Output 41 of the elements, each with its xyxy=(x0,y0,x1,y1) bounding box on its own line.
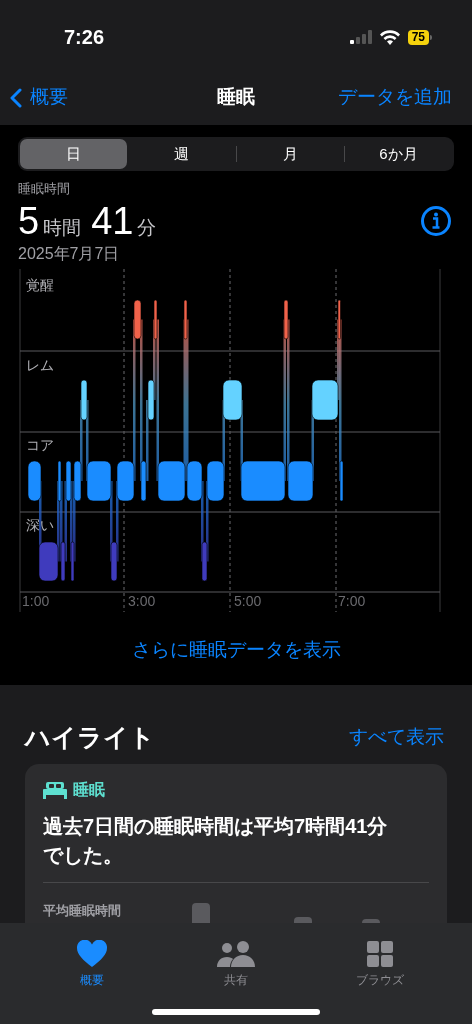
stage-label: コア xyxy=(26,435,54,455)
battery-icon: 75 xyxy=(407,29,432,45)
more-sleep-data-link[interactable]: さらに睡眠データを表示 xyxy=(131,636,341,665)
heart-icon xyxy=(77,940,107,967)
back-chevron-icon xyxy=(10,87,22,108)
section-title: ハイライト xyxy=(25,721,155,753)
screen-title: 睡眠 xyxy=(217,85,255,110)
stage-label: レム xyxy=(26,355,54,375)
card-category: 睡眠 xyxy=(73,780,105,800)
tab-bar-item[interactable]: 共有 xyxy=(191,931,281,987)
people-icon xyxy=(217,941,255,967)
time-axis-label: 7:00 xyxy=(338,591,366,611)
time-axis-label: 5:00 xyxy=(234,591,262,611)
date-label: 2025年7月7日 xyxy=(18,243,121,264)
highlight-card[interactable]: 睡眠 過去7日間の睡眠時間は平均7時間41分でした。 平均睡眠時間 xyxy=(25,764,447,923)
hours-unit: 時間 xyxy=(43,215,82,240)
status-time: 7:26 xyxy=(64,25,105,50)
wifi-icon xyxy=(379,29,400,45)
segment-tab[interactable]: 6か月 xyxy=(344,139,452,169)
show-all-link[interactable]: すべて表示 xyxy=(349,723,444,752)
time-axis-label: 3:00 xyxy=(128,591,156,611)
segment-tab[interactable]: 週 xyxy=(128,139,236,169)
segment-tab[interactable]: 月 xyxy=(236,139,344,169)
stage-label: 深い xyxy=(26,515,54,535)
time-axis-label: 1:00 xyxy=(22,591,50,611)
bed-icon xyxy=(43,781,67,799)
back-button[interactable]: 概要 xyxy=(10,83,68,112)
signal-icon xyxy=(349,30,372,44)
stage-label: 覚醒 xyxy=(26,275,54,295)
metric-label: 睡眠時間 xyxy=(18,180,71,198)
chart-label: 平均睡眠時間 xyxy=(43,903,121,918)
hours-value: 5 xyxy=(18,198,40,243)
grid-icon xyxy=(367,941,393,967)
add-data-button[interactable]: データを追加 xyxy=(338,83,462,112)
info-icon[interactable] xyxy=(420,204,452,237)
minutes-value: 41 xyxy=(91,198,134,243)
tab-bar-item[interactable]: ブラウズ xyxy=(335,931,425,987)
tab-bar-item[interactable]: 概要 xyxy=(47,931,137,987)
minutes-unit: 分 xyxy=(137,215,157,240)
highlight-text: 過去7日間の睡眠時間は平均7時間41分でした。 xyxy=(43,814,389,868)
segment-tab[interactable]: 日 xyxy=(20,139,128,169)
